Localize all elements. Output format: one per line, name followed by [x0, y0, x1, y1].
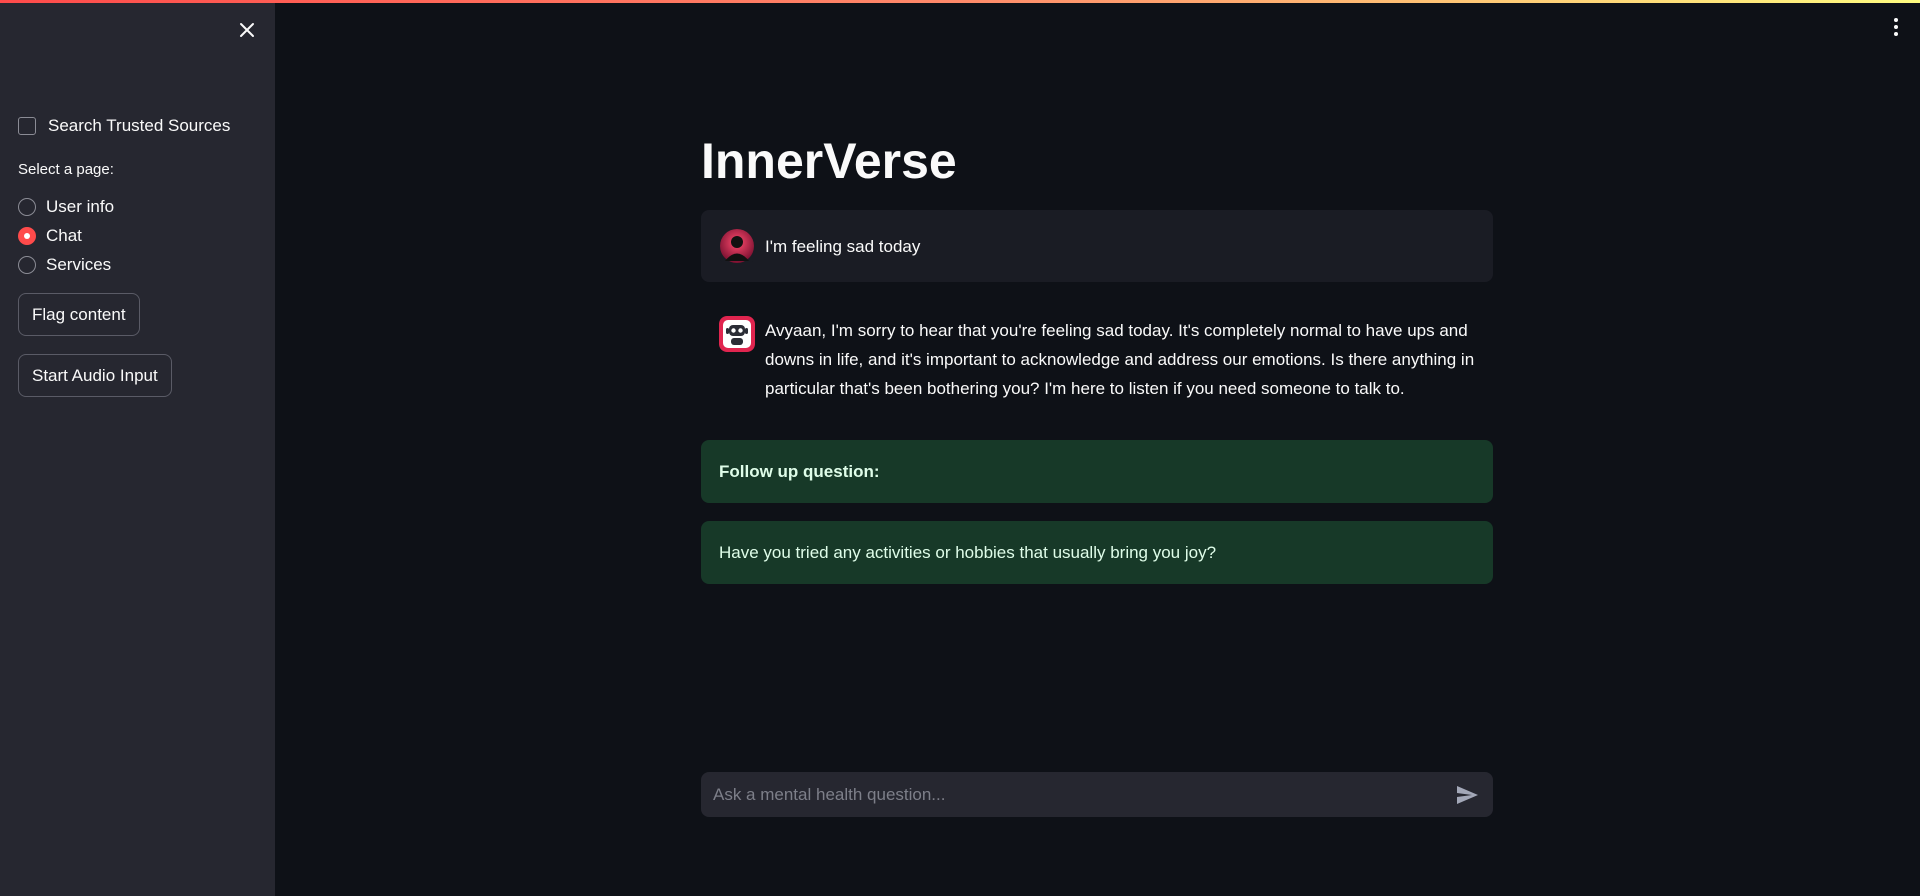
assistant-message-text: Avyaan, I'm sorry to hear that you're fe… [765, 321, 1475, 398]
send-button[interactable] [1453, 781, 1481, 809]
user-message-text: I'm feeling sad today [765, 236, 921, 256]
follow-up-question-box: Have you tried any activities or hobbies… [701, 521, 1493, 584]
radio-button[interactable] [18, 197, 36, 216]
main-menu-button[interactable] [1889, 18, 1903, 40]
kebab-dot [1894, 25, 1898, 29]
radio-chat[interactable]: Chat [18, 221, 114, 250]
user-chat-message: I'm feeling sad today [701, 210, 1493, 282]
follow-up-heading: Follow up question: [719, 461, 880, 481]
kebab-menu-icon [1894, 18, 1898, 22]
start-audio-input-button[interactable]: Start Audio Input [18, 354, 172, 397]
sidebar: Search Trusted Sources Select a page: Us… [0, 0, 275, 896]
kebab-dot [1894, 32, 1898, 36]
top-decoration-bar [0, 0, 1920, 3]
radio-label-user-info: User info [46, 196, 115, 216]
flag-content-button[interactable]: Flag content [18, 293, 140, 336]
user-avatar-icon [719, 228, 755, 264]
radio-services[interactable]: Services [18, 250, 114, 279]
send-icon [1457, 785, 1478, 804]
radio-button-selected[interactable] [18, 226, 36, 245]
follow-up-heading-box: Follow up question: [701, 440, 1493, 503]
close-sidebar-button[interactable] [236, 19, 258, 41]
assistant-chat-message: Avyaan, I'm sorry to hear that you're fe… [701, 300, 1493, 419]
page-radio-group: User info Chat Services [18, 192, 114, 279]
chat-input[interactable] [713, 784, 1453, 805]
search-trusted-sources-checkbox[interactable]: Search Trusted Sources [18, 116, 230, 136]
radio-label-services: Services [46, 254, 112, 274]
page-title: InnerVerse [701, 133, 957, 189]
search-trusted-sources-label: Search Trusted Sources [48, 116, 231, 135]
robot-avatar-icon [719, 316, 755, 352]
radio-label-chat: Chat [46, 225, 82, 245]
follow-up-question-text: Have you tried any activities or hobbies… [719, 542, 1217, 562]
checkbox-box[interactable] [18, 117, 36, 135]
radio-button[interactable] [18, 255, 36, 274]
radio-user-info[interactable]: User info [18, 192, 114, 221]
chat-input-container [701, 772, 1493, 817]
page-select-label: Select a page: [18, 161, 114, 178]
close-icon [240, 23, 254, 37]
